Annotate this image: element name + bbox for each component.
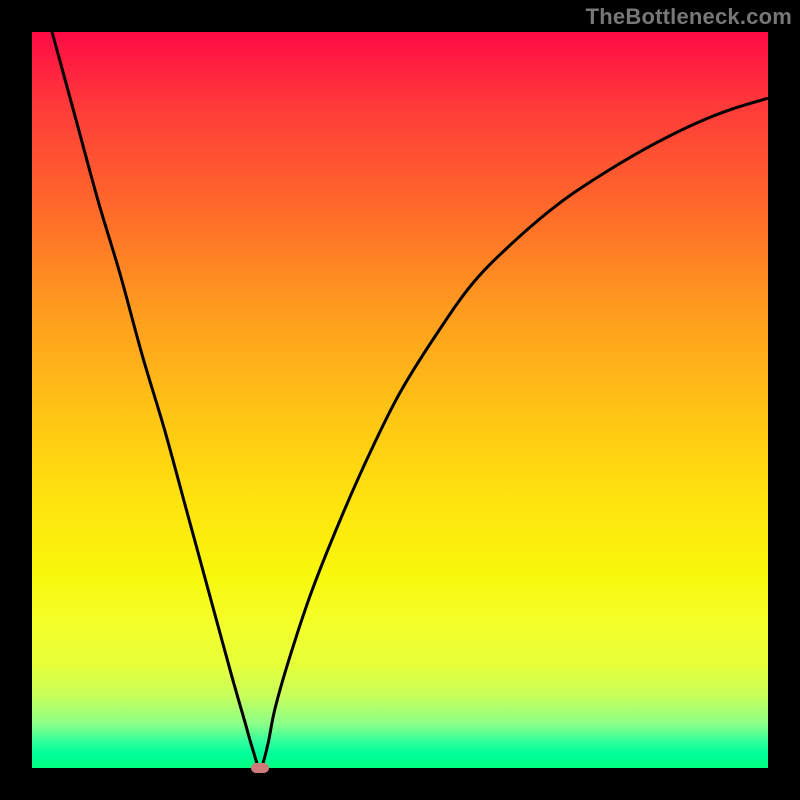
bottleneck-curve-plot [32, 32, 768, 768]
minimum-marker-icon [251, 763, 269, 773]
watermark-label: TheBottleneck.com [586, 4, 792, 30]
bottleneck-curve-path [32, 32, 768, 768]
chart-frame: TheBottleneck.com [0, 0, 800, 800]
